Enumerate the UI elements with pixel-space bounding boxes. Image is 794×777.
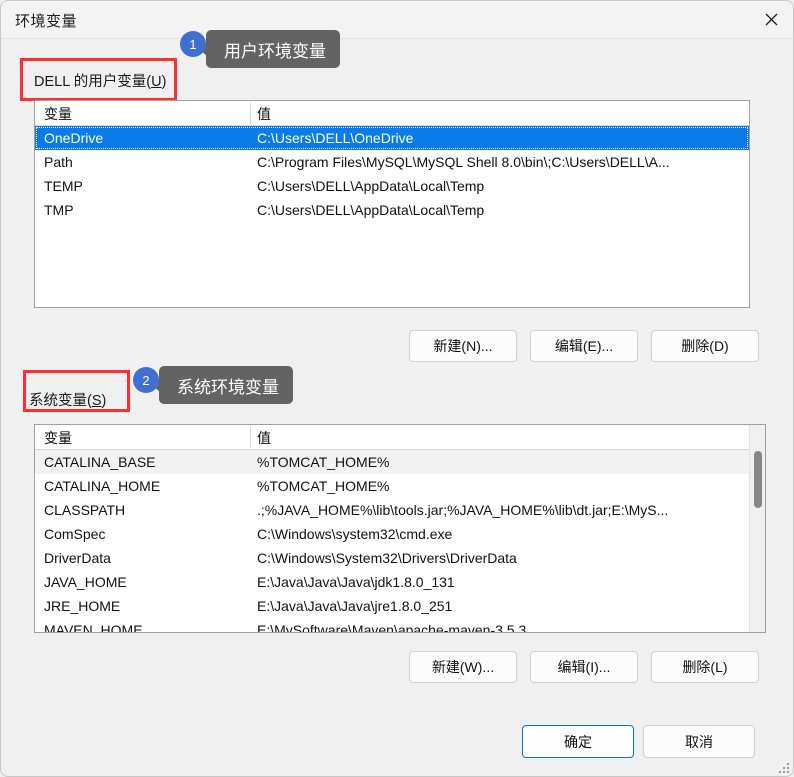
row-variable-name: Path [44, 154, 73, 170]
ok-button[interactable]: 确定 [522, 725, 634, 758]
window-title: 环境变量 [15, 13, 78, 30]
user-delete-button[interactable]: 删除(D) [651, 330, 759, 362]
user-variables-label-prefix: DELL 的用户变量( [34, 74, 152, 90]
system-col-divider[interactable] [250, 427, 251, 448]
row-variable-value: C:\Users\DELL\AppData\Local\Temp [257, 178, 485, 194]
user-variables-table-header: 变量 值 [35, 101, 749, 126]
callout-badge-2: 2 [133, 367, 159, 393]
table-row[interactable]: Path C:\Program Files\MySQL\MySQL Shell 8… [35, 150, 749, 174]
table-row[interactable]: CATALINA_BASE %TOMCAT_HOME% [35, 450, 765, 474]
row-variable-value: C:\Users\DELL\AppData\Local\Temp [257, 202, 485, 218]
table-row[interactable]: TEMP C:\Users\DELL\AppData\Local\Temp [35, 174, 749, 198]
system-variables-label-suffix: ) [101, 393, 107, 409]
system-table-scrollbar-thumb[interactable] [754, 451, 762, 508]
resize-grip[interactable] [777, 761, 789, 773]
title-bar: 环境变量 [1, 1, 793, 39]
table-row[interactable]: CLASSPATH .;%JAVA_HOME%\lib\tools.jar;%JA… [35, 498, 765, 522]
callout-bubble-1: 用户环境变量 [199, 30, 340, 68]
row-variable-name: JAVA_HOME [44, 574, 127, 590]
table-row[interactable]: JRE_HOME E:\Java\Java\Java\jre1.8.0_251 [35, 594, 765, 618]
row-variable-value: .;%JAVA_HOME%\lib\tools.jar;%JAVA_HOME%\… [257, 502, 669, 518]
table-row[interactable]: ComSpec C:\Windows\system32\cmd.exe [35, 522, 765, 546]
table-row[interactable]: MAVEN_HOME E:\MySoftware\Maven\apache-mav… [35, 618, 765, 633]
cancel-button[interactable]: 取消 [643, 725, 755, 758]
system-table-scrollbar[interactable] [749, 425, 765, 632]
row-variable-name: TEMP [44, 178, 83, 194]
system-variables-table-header: 变量 值 [35, 425, 765, 450]
row-variable-name: JRE_HOME [44, 598, 121, 614]
system-col-header-value[interactable]: 值 [257, 428, 271, 448]
row-variable-name: TMP [44, 202, 74, 218]
system-variables-label-prefix: 系统变量( [29, 393, 92, 409]
user-variables-label-accesskey: U [151, 74, 162, 90]
user-variables-table-body: OneDrive C:\Users\DELL\OneDrive Path C:\Pro… [35, 126, 749, 222]
user-col-header-value[interactable]: 值 [257, 104, 271, 124]
row-variable-name: CATALINA_BASE [44, 454, 156, 470]
user-col-header-name[interactable]: 变量 [44, 104, 72, 124]
system-delete-button[interactable]: 删除(L) [651, 651, 759, 683]
user-col-divider[interactable] [250, 103, 251, 124]
row-variable-value: C:\Windows\system32\cmd.exe [257, 526, 453, 542]
row-variable-value: C:\Users\DELL\OneDrive [257, 130, 414, 146]
system-new-button[interactable]: 新建(W)... [409, 651, 517, 683]
row-variable-value: E:\MySoftware\Maven\apache-maven-3.5.3 [257, 622, 527, 633]
row-variable-value: C:\Program Files\MySQL\MySQL Shell 8.0\b… [257, 154, 670, 170]
row-variable-name: CLASSPATH [44, 502, 126, 518]
row-variable-name: MAVEN_HOME [44, 622, 143, 633]
table-row[interactable]: JAVA_HOME E:\Java\Java\Java\jdk1.8.0_131 [35, 570, 765, 594]
callout-badge-1: 1 [180, 31, 206, 57]
row-variable-name: DriverData [44, 550, 111, 566]
user-new-button[interactable]: 新建(N)... [409, 330, 517, 362]
row-variable-name: CATALINA_HOME [44, 478, 161, 494]
system-edit-button[interactable]: 编辑(I)... [530, 651, 638, 683]
row-variable-value: %TOMCAT_HOME% [257, 454, 390, 470]
table-row[interactable]: DriverData C:\Windows\System32\Drivers\Dr… [35, 546, 765, 570]
user-variables-label: DELL 的用户变量(U) [34, 70, 166, 91]
table-row[interactable]: OneDrive C:\Users\DELL\OneDrive [35, 126, 749, 150]
row-variable-value: E:\Java\Java\Java\jdk1.8.0_131 [257, 574, 455, 590]
environment-variables-dialog: 环境变量 DELL 的用户变量(U) 1 用户环境变量 变量 值 OneDriv… [0, 0, 794, 777]
table-row[interactable]: TMP C:\Users\DELL\AppData\Local\Temp [35, 198, 749, 222]
row-variable-value: C:\Windows\System32\Drivers\DriverData [257, 550, 517, 566]
user-edit-button[interactable]: 编辑(E)... [530, 330, 638, 362]
system-variables-table[interactable]: 变量 值 CATALINA_BASE %TOMCAT_HOME% CATALINA_… [34, 424, 766, 633]
system-variables-table-body: CATALINA_BASE %TOMCAT_HOME% CATALINA_HOME%… [35, 450, 765, 633]
system-variables-label: 系统变量(S) [29, 389, 106, 410]
user-variables-table[interactable]: 变量 值 OneDrive C:\Users\DELL\OneDrive Path C… [34, 100, 750, 308]
close-icon[interactable] [748, 1, 793, 38]
system-col-header-name[interactable]: 变量 [44, 428, 72, 448]
row-variable-name: ComSpec [44, 526, 106, 542]
row-variable-value: %TOMCAT_HOME% [257, 478, 390, 494]
callout-bubble-2: 系统环境变量 [152, 366, 293, 404]
system-variables-label-accesskey: S [91, 393, 102, 409]
table-row[interactable]: CATALINA_HOME %TOMCAT_HOME% [35, 474, 765, 498]
row-variable-name: OneDrive [44, 130, 104, 146]
row-variable-value: E:\Java\Java\Java\jre1.8.0_251 [257, 598, 453, 614]
user-variables-label-suffix: ) [161, 74, 167, 90]
